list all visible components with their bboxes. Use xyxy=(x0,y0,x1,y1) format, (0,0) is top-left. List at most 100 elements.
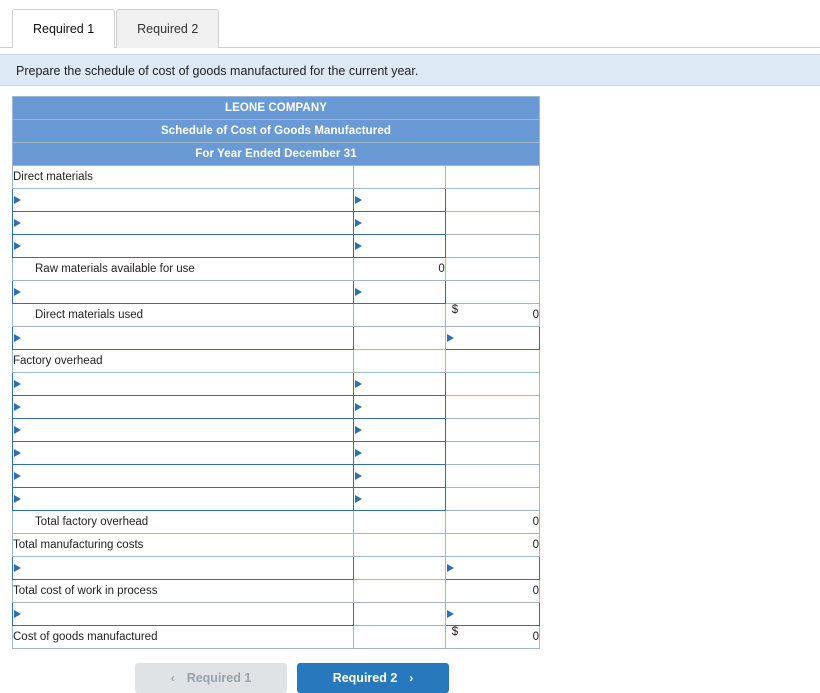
table-row: Direct materials used $0 xyxy=(12,303,541,327)
row-total-value xyxy=(444,280,541,304)
table-row xyxy=(12,234,541,258)
next-required-2-button[interactable]: Required 2 › xyxy=(297,663,449,693)
table-row xyxy=(12,418,541,442)
row-subtotal-value xyxy=(352,602,446,626)
row-label: Cost of goods manufactured xyxy=(12,625,354,649)
table-row xyxy=(12,487,541,511)
row-total-input[interactable] xyxy=(444,556,541,580)
row-label-input[interactable] xyxy=(12,602,354,626)
row-total-amount: 0 xyxy=(532,309,539,321)
row-label: Direct materials used xyxy=(12,303,354,327)
tab-required-2[interactable]: Required 2 xyxy=(116,9,220,48)
row-total-value: $0 xyxy=(444,303,541,327)
row-total-value xyxy=(444,211,541,235)
tab-required-2-label: Required 2 xyxy=(137,22,199,36)
previous-button-label: Required 1 xyxy=(186,671,252,685)
table-row xyxy=(12,372,541,396)
next-button-label: Required 2 xyxy=(332,671,398,685)
table-header-row: LEONE COMPANY xyxy=(12,96,540,120)
row-subtotal-input[interactable] xyxy=(352,372,446,396)
row-subtotal-input[interactable] xyxy=(352,441,446,465)
row-total-value xyxy=(444,487,541,511)
table-row xyxy=(12,464,541,488)
table-row xyxy=(12,188,541,212)
row-subtotal-value xyxy=(352,579,446,603)
row-total-value xyxy=(444,464,541,488)
row-total-value xyxy=(444,441,541,465)
row-label-input[interactable] xyxy=(12,234,354,258)
row-total-value: $0 xyxy=(444,625,541,649)
row-subtotal-input[interactable] xyxy=(352,418,446,442)
worksheet-container: LEONE COMPANY Schedule of Cost of Goods M… xyxy=(12,96,541,649)
row-subtotal-value xyxy=(352,533,446,557)
row-total-input[interactable] xyxy=(444,602,541,626)
row-label: Direct materials xyxy=(12,165,354,189)
row-label-input[interactable] xyxy=(12,395,354,419)
row-label-input[interactable] xyxy=(12,556,354,580)
row-label-input[interactable] xyxy=(12,464,354,488)
table-row: Factory overhead xyxy=(12,349,541,373)
row-total-amount: 0 xyxy=(532,631,539,643)
row-total-value: 0 xyxy=(444,579,541,603)
chevron-left-icon: ‹ xyxy=(170,671,175,685)
table-row: Raw materials available for use 0 xyxy=(12,257,541,281)
row-subtotal-input[interactable] xyxy=(352,464,446,488)
table-row xyxy=(12,280,541,304)
tab-required-1[interactable]: Required 1 xyxy=(12,9,116,48)
row-label-input[interactable] xyxy=(12,280,354,304)
row-subtotal-value xyxy=(352,556,446,580)
row-subtotal-value xyxy=(352,349,446,373)
row-subtotal-input[interactable] xyxy=(352,395,446,419)
row-label: Total factory overhead xyxy=(12,510,354,534)
row-total-value xyxy=(444,257,541,281)
chevron-right-icon: › xyxy=(409,671,414,685)
table-row xyxy=(12,602,541,626)
table-header-row: Schedule of Cost of Goods Manufactured xyxy=(12,119,540,143)
row-label-input[interactable] xyxy=(12,487,354,511)
table-row: Total manufacturing costs 0 xyxy=(12,533,541,557)
table-row xyxy=(12,326,541,350)
table-row: Total cost of work in process 0 xyxy=(12,579,541,603)
previous-required-1-button[interactable]: ‹ Required 1 xyxy=(135,663,287,693)
row-label-input[interactable] xyxy=(12,441,354,465)
row-total-value xyxy=(444,418,541,442)
row-total-value xyxy=(444,188,541,212)
row-subtotal-input[interactable] xyxy=(352,487,446,511)
table-row: Total factory overhead 0 xyxy=(12,510,541,534)
navigation-footer: ‹ Required 1 Required 2 › xyxy=(12,663,572,693)
row-subtotal-value xyxy=(352,303,446,327)
cost-of-goods-manufactured-table: LEONE COMPANY Schedule of Cost of Goods M… xyxy=(12,96,541,649)
row-subtotal-value xyxy=(352,326,446,350)
row-subtotal-value xyxy=(352,510,446,534)
row-subtotal-input[interactable] xyxy=(352,188,446,212)
row-subtotal-input[interactable] xyxy=(352,280,446,304)
row-total-input[interactable] xyxy=(444,326,541,350)
currency-symbol: $ xyxy=(451,626,459,638)
sheet-title-line: For Year Ended December 31 xyxy=(12,142,540,166)
row-subtotal-input[interactable] xyxy=(352,234,446,258)
row-label: Total manufacturing costs xyxy=(12,533,354,557)
row-subtotal-value: 0 xyxy=(352,257,446,281)
row-label-input[interactable] xyxy=(12,372,354,396)
row-total-value xyxy=(444,234,541,258)
row-subtotal-input[interactable] xyxy=(352,211,446,235)
table-row: Direct materials xyxy=(12,165,541,189)
table-row: Cost of goods manufactured $0 xyxy=(12,625,541,649)
currency-symbol: $ xyxy=(451,304,459,316)
row-label-input[interactable] xyxy=(12,418,354,442)
row-total-value xyxy=(444,349,541,373)
table-header-row: For Year Ended December 31 xyxy=(12,142,540,166)
sheet-title-line: LEONE COMPANY xyxy=(12,96,540,120)
sheet-title-line: Schedule of Cost of Goods Manufactured xyxy=(12,119,540,143)
row-label-input[interactable] xyxy=(12,211,354,235)
row-label-input[interactable] xyxy=(12,326,354,350)
row-label-input[interactable] xyxy=(12,188,354,212)
table-row xyxy=(12,556,541,580)
row-label: Total cost of work in process xyxy=(12,579,354,603)
row-total-value: 0 xyxy=(444,533,541,557)
row-label: Raw materials available for use xyxy=(12,257,354,281)
tab-bar: Required 1 Required 2 xyxy=(0,0,820,48)
row-label: Factory overhead xyxy=(12,349,354,373)
row-total-value xyxy=(444,395,541,419)
row-subtotal-value xyxy=(352,165,446,189)
